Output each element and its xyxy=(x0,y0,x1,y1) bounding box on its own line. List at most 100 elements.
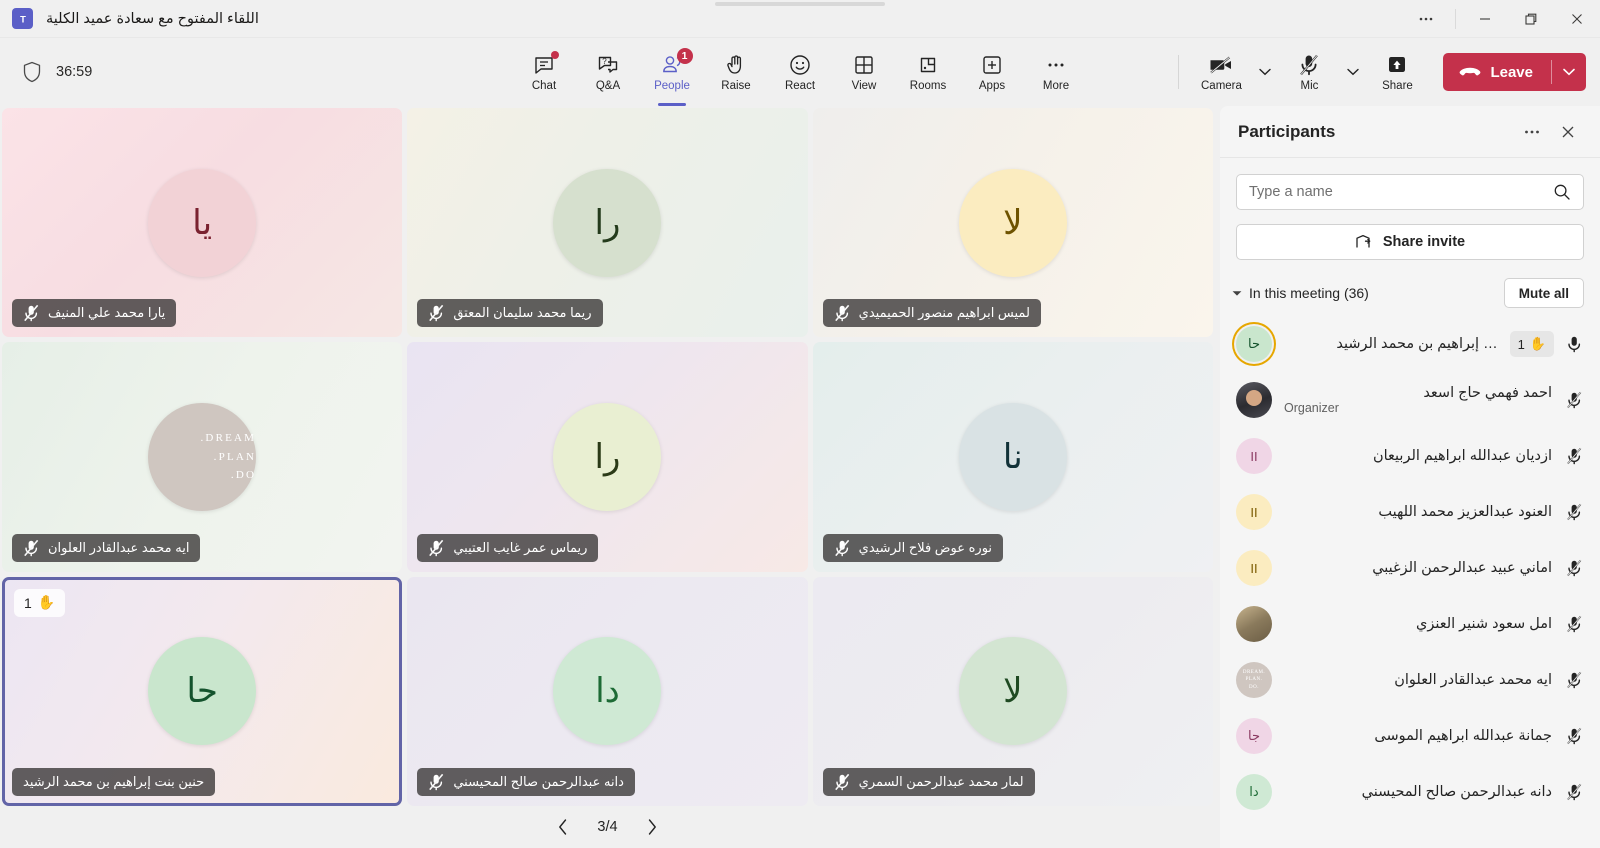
hand-icon xyxy=(724,52,748,78)
search-box[interactable] xyxy=(1236,174,1584,210)
search-icon xyxy=(1553,183,1571,201)
mic-off-icon[interactable] xyxy=(1564,727,1584,745)
toolbar-item-rooms[interactable]: Rooms xyxy=(896,43,960,101)
title-bar-left: T اللقاء المفتوح مع سعادة عميد الكلية xyxy=(0,8,259,29)
mic-on-icon[interactable] xyxy=(1564,335,1584,353)
video-tile[interactable]: يا يارا محمد علي المنيف xyxy=(2,108,403,338)
minimize-button[interactable] xyxy=(1462,0,1508,38)
toolbar-item-more[interactable]: More xyxy=(1024,43,1088,101)
camera-button[interactable]: Camera xyxy=(1189,43,1253,101)
video-tile[interactable]: را ريماس عمر غايب العتيبي xyxy=(407,342,808,572)
mic-off-icon[interactable] xyxy=(1564,447,1584,465)
toolbar-label-raise: Raise xyxy=(721,79,751,92)
video-tile[interactable]: نا نوره عوض فلاح الرشيدي xyxy=(812,342,1213,572)
participant-row[interactable]: حا … إبراهيم بن محمد الرشيد 1 ✋ xyxy=(1230,316,1592,372)
mic-off-icon xyxy=(428,773,445,791)
camera-options-chevron-down-icon[interactable] xyxy=(1253,47,1277,97)
mic-off-icon[interactable] xyxy=(1564,559,1584,577)
mic-button[interactable]: Mic xyxy=(1277,43,1341,101)
participant-meta: دانه عبدالرحمن صالح المحيسني xyxy=(1284,784,1552,800)
leave-button-group: Leave xyxy=(1443,53,1586,91)
leave-button[interactable]: Leave xyxy=(1443,53,1551,91)
close-button[interactable] xyxy=(1554,0,1600,38)
tile-name-chip: ريما محمد سليمان المعتق xyxy=(417,299,603,328)
participant-row[interactable]: دا دانه عبدالرحمن صالح المحيسني xyxy=(1230,764,1592,820)
mute-all-label: Mute all xyxy=(1518,285,1569,301)
toolbar-divider xyxy=(1178,55,1180,89)
video-tile[interactable]: DREAM. PLAN. DO. ايه محمد عبدالقادر العلوان xyxy=(2,342,403,572)
mic-off-icon xyxy=(428,539,445,557)
video-tile[interactable]: 1 ✋ حا حنين بنت إبراهيم بن محمد الرشيد xyxy=(2,576,403,806)
window-drag-handle[interactable] xyxy=(715,2,885,6)
mute-all-button[interactable]: Mute all xyxy=(1503,278,1584,308)
search-input[interactable] xyxy=(1249,184,1553,200)
participant-avatar: حا xyxy=(1236,326,1272,362)
video-grid: يا يارا محمد علي المنيف را ريما محمد سليما… xyxy=(2,108,1213,806)
tile-participant-name: لميس ابراهيم منصور الحميميدي xyxy=(858,305,1030,321)
chat-icon xyxy=(532,50,559,78)
toolbar-label-more: More xyxy=(1042,79,1070,92)
participant-row[interactable]: DREAM. PLAN. DO. ايه محمد عبدالقادر العلوان xyxy=(1230,652,1592,708)
toolbar-item-qa[interactable]: ? Q&A xyxy=(576,43,640,101)
participant-row[interactable]: II ازديان عبدالله ابراهيم الربيعان xyxy=(1230,428,1592,484)
video-tile[interactable]: لا لميس ابراهيم منصور الحميميدي xyxy=(812,108,1213,338)
mic-off-icon[interactable] xyxy=(1564,615,1584,633)
panel-body: Share invite In this meeting (36) Mute a… xyxy=(1220,158,1600,848)
tile-name-chip: ايه محمد عبدالقادر العلوان xyxy=(12,533,201,562)
smiley-icon xyxy=(788,52,812,78)
participant-avatar: II xyxy=(1236,438,1272,474)
shield-icon xyxy=(22,61,42,83)
toolbar-item-react[interactable]: React xyxy=(768,43,832,101)
participant-meta: احمد فهمي حاج اسعد Organizer xyxy=(1284,385,1552,415)
tile-name-chip: ريماس عمر غايب العتيبي xyxy=(417,533,599,562)
panel-more-ellipsis-icon[interactable] xyxy=(1516,116,1548,148)
mic-off-icon[interactable] xyxy=(1564,671,1584,689)
qa-icon: ? xyxy=(596,52,620,78)
mic-off-icon xyxy=(23,539,40,557)
mic-off-icon[interactable] xyxy=(1564,503,1584,521)
share-invite-button[interactable]: Share invite xyxy=(1236,224,1584,260)
tile-participant-name: دانه عبدالرحمن صالح المحيسني xyxy=(453,773,624,789)
chevron-right-icon[interactable] xyxy=(638,813,666,841)
participant-actions xyxy=(1564,727,1584,745)
hand-icon: ✋ xyxy=(1529,336,1546,351)
teams-logo-icon: T xyxy=(12,8,33,29)
restore-button[interactable] xyxy=(1508,0,1554,38)
hand-icon: ✋ xyxy=(37,594,56,611)
toolbar-label-chat: Chat xyxy=(531,79,557,92)
section-caret-down-icon[interactable] xyxy=(1232,290,1242,297)
panel-close-icon[interactable] xyxy=(1552,116,1584,148)
video-tile[interactable]: لا لمار محمد عبدالرحمن السمري xyxy=(812,576,1213,806)
video-tile[interactable]: دا دانه عبدالرحمن صالح المحيسني xyxy=(407,576,808,806)
share-button[interactable]: Share xyxy=(1365,43,1429,101)
leave-options-chevron-down-icon[interactable] xyxy=(1552,53,1586,91)
avatar: يا xyxy=(148,168,257,277)
tile-name-chip: لميس ابراهيم منصور الحميميدي xyxy=(822,299,1041,328)
avatar-photo-line: DO. xyxy=(230,469,257,482)
participant-name: احمد فهمي حاج اسعد xyxy=(1423,385,1552,401)
svg-text:?: ? xyxy=(602,57,607,66)
toolbar-item-apps[interactable]: Apps xyxy=(960,43,1024,101)
mic-off-icon[interactable] xyxy=(1564,783,1584,801)
share-invite-label: Share invite xyxy=(1382,234,1466,250)
toolbar-item-chat[interactable]: Chat xyxy=(512,43,576,101)
participant-avatar: جا xyxy=(1236,718,1272,754)
participant-meta: امل سعود شنير العنزي xyxy=(1284,616,1552,632)
participant-row[interactable]: جا جمانة عبدالله ابراهيم الموسى xyxy=(1230,708,1592,764)
camera-off-icon xyxy=(1208,52,1234,78)
participant-row[interactable]: II اماني عبيد عبدالرحمن الزغيبي xyxy=(1230,540,1592,596)
toolbar-item-people[interactable]: 1 People xyxy=(640,43,704,106)
participant-row[interactable]: امل سعود شنير العنزي xyxy=(1230,596,1592,652)
mic-off-icon[interactable] xyxy=(1564,391,1584,409)
participant-row[interactable]: احمد فهمي حاج اسعد Organizer xyxy=(1230,372,1592,428)
toolbar-item-raise[interactable]: Raise xyxy=(704,43,768,101)
participant-row[interactable]: II العنود عبدالعزيز محمد اللهيب xyxy=(1230,484,1592,540)
mic-options-chevron-down-icon[interactable] xyxy=(1341,47,1365,97)
toolbar-item-view[interactable]: View xyxy=(832,43,896,101)
titlebar-more-button[interactable] xyxy=(1403,0,1449,38)
video-tile[interactable]: را ريما محمد سليمان المعتق xyxy=(407,108,808,338)
participant-list[interactable]: حا … إبراهيم بن محمد الرشيد 1 ✋ احمد فهمي… xyxy=(1220,316,1600,848)
avatar: را xyxy=(553,168,662,277)
participant-name: دانه عبدالرحمن صالح المحيسني xyxy=(1361,784,1552,800)
chevron-left-icon[interactable] xyxy=(549,813,577,841)
